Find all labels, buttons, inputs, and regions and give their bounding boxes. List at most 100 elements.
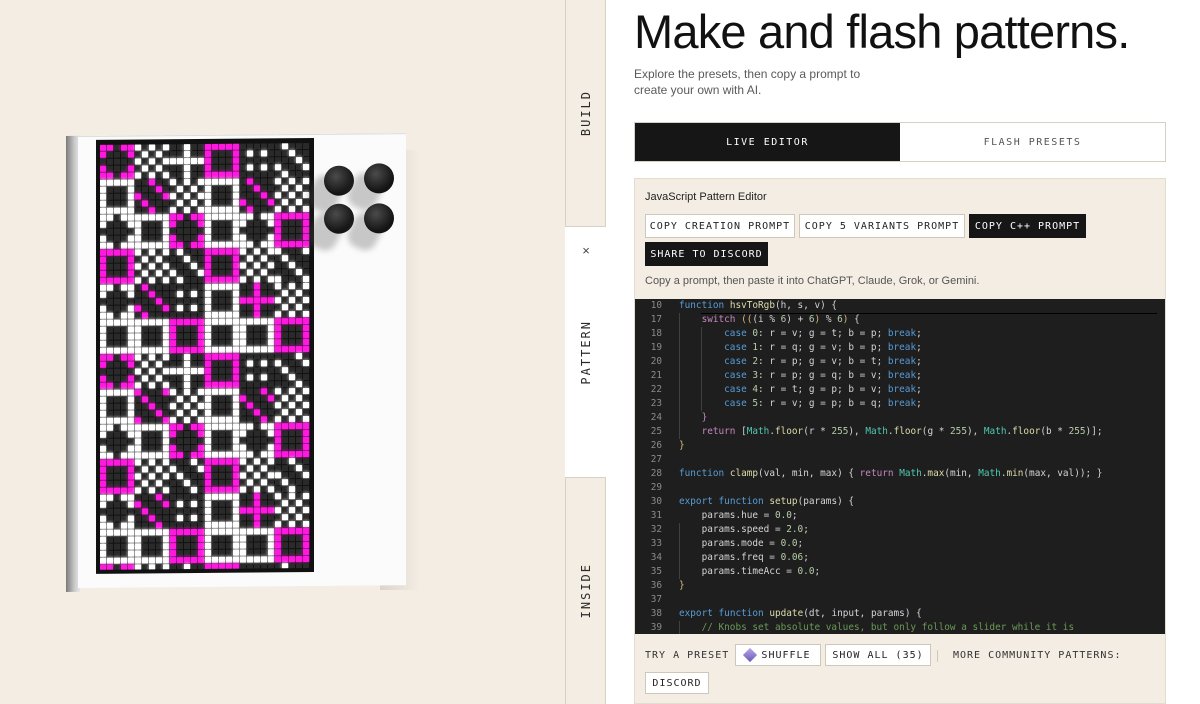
led-pixel bbox=[149, 193, 155, 200]
led-pixel bbox=[289, 423, 295, 430]
led-pixel bbox=[170, 473, 176, 480]
led-pixel bbox=[191, 346, 197, 354]
led-pixel bbox=[254, 437, 260, 444]
led-pixel bbox=[191, 563, 197, 570]
led-pixel bbox=[149, 515, 155, 522]
led-pixel bbox=[114, 431, 120, 438]
led-pixel bbox=[261, 297, 267, 304]
led-pixel bbox=[149, 557, 155, 564]
led-pixel bbox=[191, 500, 197, 508]
led-pixel bbox=[163, 277, 169, 284]
led-pixel bbox=[170, 179, 176, 186]
led-pixel bbox=[100, 291, 106, 298]
share-discord-button[interactable]: SHARE TO DISCORD bbox=[645, 242, 768, 266]
led-pixel bbox=[233, 227, 239, 234]
led-pixel bbox=[170, 172, 176, 179]
shuffle-button[interactable]: SHUFFLE bbox=[735, 644, 821, 666]
led-pixel bbox=[205, 458, 211, 465]
led-pixel bbox=[128, 305, 134, 312]
led-pixel bbox=[121, 361, 127, 368]
led-pixel bbox=[163, 522, 169, 529]
led-pixel bbox=[149, 284, 155, 291]
side-tab-build[interactable]: BUILD bbox=[566, 0, 606, 226]
led-pixel bbox=[219, 430, 225, 437]
led-pixel bbox=[177, 487, 183, 494]
led-pixel bbox=[233, 500, 239, 507]
led-pixel bbox=[289, 500, 295, 507]
led-pixel bbox=[177, 291, 183, 298]
led-pixel bbox=[261, 290, 267, 297]
led-pixel bbox=[114, 291, 120, 298]
led-pixel bbox=[170, 193, 176, 200]
knob-top-right-cap[interactable] bbox=[364, 163, 394, 194]
led-pixel bbox=[254, 374, 260, 381]
led-pixel bbox=[254, 283, 260, 290]
pattern-panel: Make and flash patterns. Explore the pre… bbox=[606, 0, 1200, 704]
discord-link[interactable]: DISCORD bbox=[645, 672, 709, 694]
led-pixel bbox=[177, 452, 183, 459]
led-pixel bbox=[212, 563, 218, 570]
led-pixel bbox=[247, 563, 253, 570]
knob-top-right[interactable] bbox=[343, 163, 394, 215]
led-pixel bbox=[254, 472, 260, 479]
copy-creation-prompt-button[interactable]: COPY CREATION PROMPT bbox=[645, 214, 795, 238]
led-pixel bbox=[282, 297, 288, 304]
led-pixel bbox=[128, 312, 134, 319]
code-line: 22 case 4: r = t; g = p; b = v; break; bbox=[635, 383, 1165, 397]
led-pixel bbox=[282, 346, 288, 353]
led-pixel bbox=[128, 347, 134, 354]
led-pixel bbox=[247, 199, 253, 206]
led-pixel bbox=[198, 325, 204, 332]
led-pixel bbox=[100, 487, 106, 494]
led-pixel bbox=[184, 361, 190, 368]
side-tab-pattern[interactable]: × PATTERN bbox=[565, 226, 607, 478]
led-pixel bbox=[135, 480, 141, 487]
led-pixel bbox=[170, 235, 176, 242]
tab-live-editor[interactable]: LIVE EDITOR bbox=[635, 123, 900, 161]
led-pixel bbox=[275, 262, 281, 269]
led-pixel bbox=[261, 171, 267, 178]
led-pixel bbox=[289, 521, 295, 528]
led-pixel bbox=[226, 185, 232, 192]
knob-bottom-right-cap[interactable] bbox=[364, 203, 394, 234]
code-editor[interactable]: 10 function hsvToRgb(h, s, v) {17 switch … bbox=[635, 299, 1165, 634]
tab-flash-presets[interactable]: FLASH PRESETS bbox=[900, 123, 1165, 161]
led-pixel bbox=[135, 487, 141, 494]
led-pixel bbox=[240, 143, 246, 150]
led-pixel bbox=[142, 298, 148, 305]
led-pixel bbox=[100, 536, 106, 543]
led-pixel bbox=[142, 165, 148, 172]
led-pixel bbox=[233, 367, 239, 374]
led-pixel bbox=[107, 263, 113, 270]
led-pixel bbox=[219, 416, 225, 423]
led-pixel bbox=[268, 493, 274, 500]
led-pixel bbox=[177, 333, 183, 340]
led-pixel bbox=[275, 549, 281, 556]
code-line: 20 case 2: r = p; g = v; b = t; break; bbox=[635, 355, 1165, 369]
led-pixel bbox=[170, 354, 176, 361]
led-pixel bbox=[156, 557, 162, 564]
close-icon[interactable]: × bbox=[565, 243, 607, 258]
led-pixel bbox=[240, 283, 246, 290]
led-pixel bbox=[184, 508, 190, 515]
led-pixel bbox=[233, 360, 239, 367]
led-pixel bbox=[156, 347, 162, 354]
led-pixel bbox=[296, 472, 302, 479]
led-pixel bbox=[282, 241, 288, 248]
copy-cpp-prompt-button[interactable]: COPY C++ PROMPT bbox=[969, 214, 1086, 238]
led-pixel bbox=[114, 207, 120, 214]
led-pixel bbox=[156, 375, 162, 382]
led-pixel bbox=[135, 354, 141, 361]
side-tab-inside[interactable]: INSIDE bbox=[566, 478, 606, 704]
show-all-button[interactable]: SHOW ALL (35) bbox=[825, 644, 931, 666]
led-device[interactable] bbox=[66, 133, 406, 593]
led-pixel bbox=[198, 507, 204, 514]
led-pixel bbox=[177, 200, 183, 207]
led-pixel bbox=[254, 395, 260, 402]
led-pixel bbox=[177, 347, 183, 354]
led-pixel bbox=[170, 417, 176, 424]
led-pixel bbox=[198, 486, 204, 493]
led-pixel bbox=[254, 227, 260, 234]
knob-bottom-right[interactable] bbox=[343, 203, 394, 255]
copy-variants-prompt-button[interactable]: COPY 5 VARIANTS PROMPT bbox=[799, 214, 965, 238]
